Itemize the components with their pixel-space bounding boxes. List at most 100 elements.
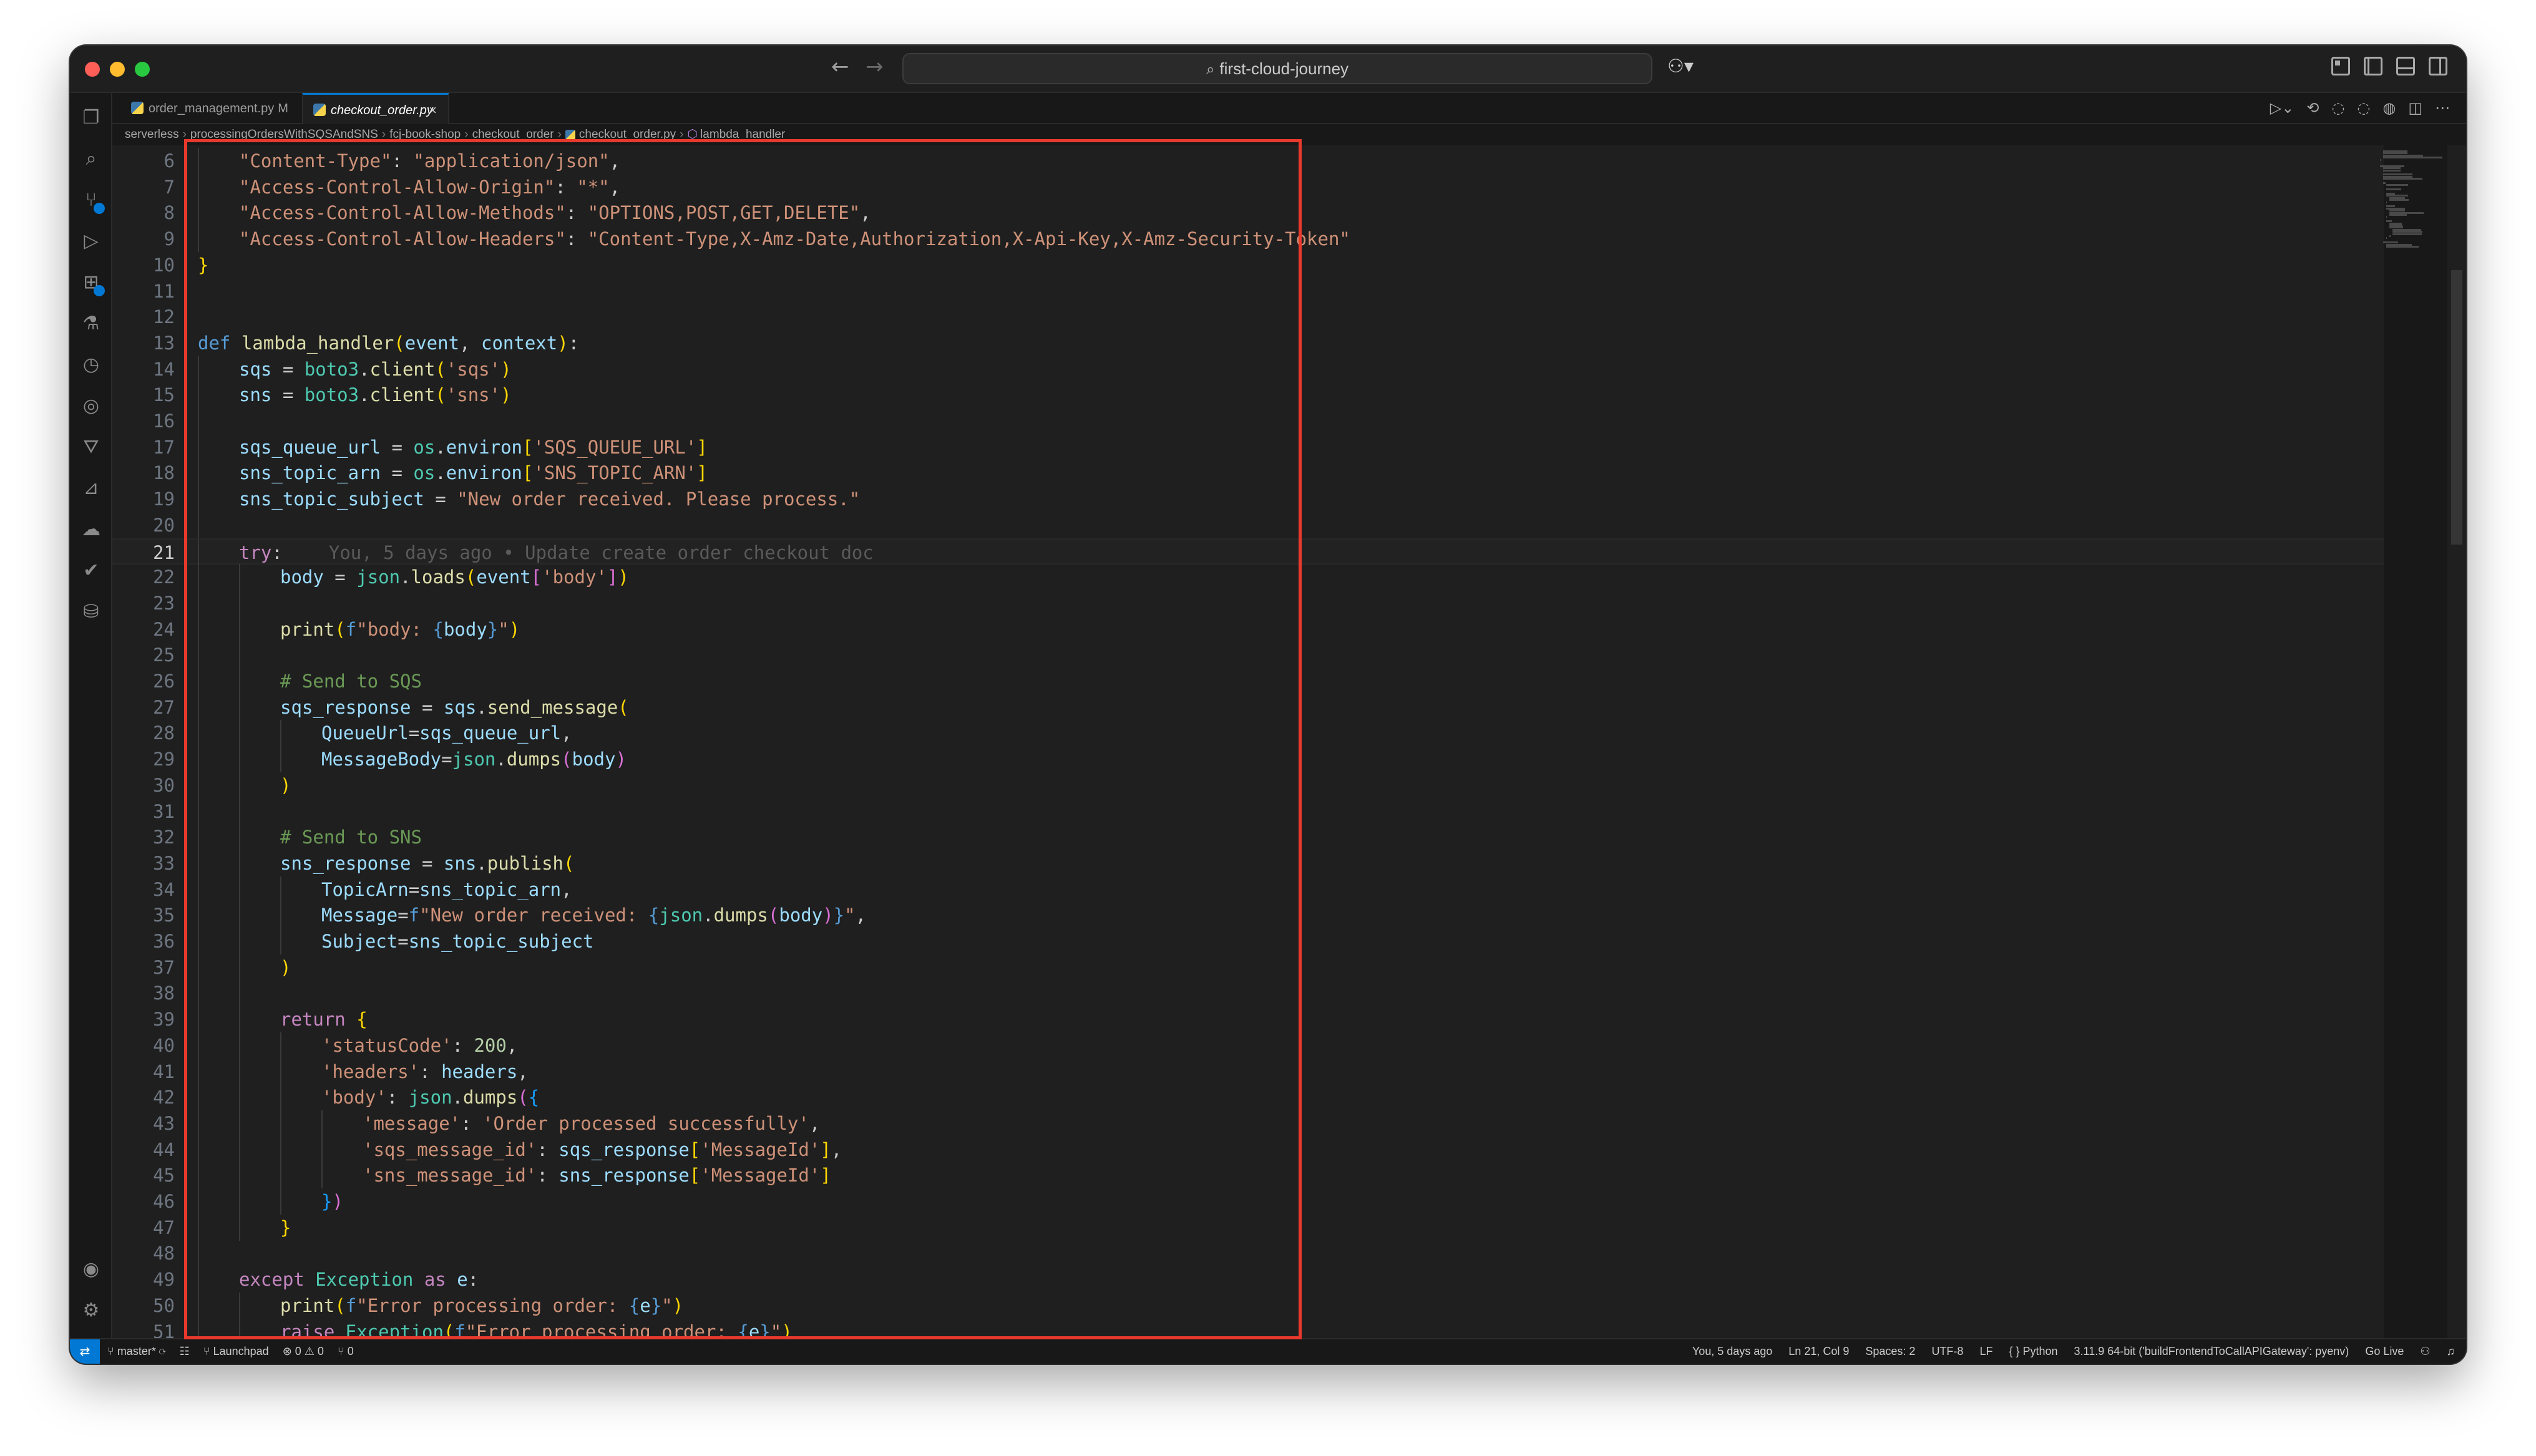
branch-indicator[interactable]: ⑂ master* ⟳ (107, 1339, 166, 1364)
git-graph-indicator[interactable]: ☷ (180, 1339, 190, 1364)
code-line[interactable]: 33 sns_response = sns.publish( (112, 850, 2384, 876)
code-line[interactable]: 49 except Exception as e: (112, 1266, 2384, 1293)
language-mode[interactable]: { } Python (2009, 1339, 2057, 1364)
extensions-icon[interactable]: ⊞ (79, 270, 105, 296)
code-line[interactable]: 38 (112, 980, 2384, 1007)
tab-checkout-order[interactable]: checkout_order.py × (302, 93, 449, 124)
code-line[interactable]: 6 "Content-Type": "application/json", (112, 148, 2384, 174)
remote-indicator[interactable]: ⇄ (70, 1339, 100, 1364)
code-line[interactable]: 34 TopicArn=sns_topic_arn, (112, 876, 2384, 903)
cursor-position[interactable]: Ln 21, Col 9 (1788, 1339, 1849, 1364)
next-change-icon[interactable]: ◌ (2357, 99, 2370, 117)
toggle-secondary-sidebar-icon[interactable] (2429, 57, 2447, 75)
inline-blame-annotation[interactable]: You, 5 days ago • Update create order ch… (329, 542, 874, 563)
code-line[interactable]: 44 'sqs_message_id': sqs_response['Messag… (112, 1136, 2384, 1163)
go-live-button[interactable]: Go Live (2365, 1339, 2404, 1364)
command-center-search[interactable]: ⌕ first-cloud-journey (902, 53, 1652, 84)
back-arrow-icon[interactable]: ← (831, 54, 849, 79)
close-window-button[interactable] (85, 62, 100, 77)
breadcrumb-item[interactable]: processingOrdersWithSQSAndSNS (190, 128, 378, 141)
code-line[interactable]: 20 (112, 512, 2384, 538)
code-line[interactable]: 40 'statusCode': 200, (112, 1032, 2384, 1059)
ports-indicator[interactable]: ⑂ 0 (338, 1339, 354, 1364)
remote-explorer-icon[interactable]: ◎ (79, 394, 104, 419)
customize-layout-icon[interactable] (2331, 57, 2350, 75)
open-changes-icon[interactable]: ⟲ (2306, 99, 2319, 117)
problems-indicator[interactable]: ⊗ 0 ⚠ 0 (283, 1339, 324, 1364)
tab-order-management[interactable]: order_management.py M (121, 93, 296, 124)
checklist-icon[interactable]: ✔ (79, 558, 104, 583)
code-line[interactable]: 43 'message': 'Order processed successful… (112, 1110, 2384, 1137)
code-line[interactable]: 25 (112, 642, 2384, 669)
code-line[interactable]: 16 (112, 408, 2384, 434)
code-line[interactable]: 14 sqs = boto3.client('sqs') (112, 356, 2384, 382)
docker-icon[interactable]: ☁ (79, 517, 104, 542)
code-line[interactable]: 13 def lambda_handler(event, context): (112, 330, 2384, 356)
encoding-status[interactable]: UTF-8 (1931, 1339, 1963, 1364)
gitlens-inspect-icon[interactable]: ◍ (2382, 99, 2396, 117)
minimize-window-button[interactable] (110, 62, 125, 77)
python-icon[interactable]: ⛁ (79, 599, 104, 624)
code-line[interactable]: 26 # Send to SQS (112, 668, 2384, 694)
search-view-icon[interactable]: ⌕ (79, 147, 104, 172)
code-line[interactable]: 10} (112, 252, 2384, 278)
code-line[interactable]: 45 'sns_message_id': sns_response['Messag… (112, 1162, 2384, 1189)
code-line[interactable]: 24 print(f"body: {body}") (112, 616, 2384, 643)
timeline-icon[interactable]: ◷ (79, 352, 104, 377)
code-line[interactable]: 42 'body': json.dumps({ (112, 1084, 2384, 1111)
copilot-status-icon[interactable]: ⚇ (2420, 1339, 2430, 1364)
close-tab-icon[interactable]: × (429, 95, 437, 126)
code-line[interactable]: 21 try: You, 5 days ago • Update create or… (112, 538, 2384, 566)
code-line[interactable]: 27 sqs_response = sqs.send_message( (112, 694, 2384, 721)
more-actions-icon[interactable]: ⋯ (2435, 99, 2450, 117)
eol-status[interactable]: LF (1979, 1339, 1992, 1364)
code-line[interactable]: 23 (112, 590, 2384, 616)
toggle-panel-icon[interactable] (2396, 57, 2415, 75)
split-editor-icon[interactable]: ◫ (2408, 99, 2422, 117)
code-line[interactable]: 48 (112, 1240, 2384, 1267)
code-line[interactable]: 9 "Access-Control-Allow-Headers": "Conten… (112, 226, 2384, 253)
code-line[interactable]: 29 MessageBody=json.dumps(body) (112, 746, 2384, 773)
code-line[interactable]: 41 'headers': headers, (112, 1058, 2384, 1085)
vertical-scrollbar[interactable] (2447, 145, 2466, 1338)
git-blame-status[interactable]: You, 5 days ago (1692, 1339, 1772, 1364)
notifications-icon[interactable]: ♫ (2447, 1339, 2456, 1364)
breadcrumb-item[interactable]: checkout_order (472, 128, 554, 141)
code-line[interactable]: 36 Subject=sns_topic_subject (112, 928, 2384, 954)
code-line[interactable]: 39 return { (112, 1006, 2384, 1033)
maximize-window-button[interactable] (135, 62, 150, 77)
code-line[interactable]: 28 QueueUrl=sqs_queue_url, (112, 720, 2384, 747)
forward-arrow-icon[interactable]: → (866, 54, 884, 79)
code-line[interactable]: 46}) (112, 1188, 2384, 1215)
code-line[interactable]: 22 body = json.loads(event['body']) (112, 564, 2384, 591)
scrollbar-thumb[interactable] (2451, 270, 2462, 545)
code-line[interactable]: 31 (112, 798, 2384, 825)
code-line[interactable]: 35 Message=f"New order received: {json.du… (112, 902, 2384, 929)
code-line[interactable]: 15 sns = boto3.client('sns') (112, 382, 2384, 409)
minimap[interactable] (2380, 145, 2447, 295)
code-line[interactable]: 12 (112, 304, 2384, 330)
breadcrumb-item[interactable]: checkout_order.py (579, 128, 676, 141)
graph-icon[interactable]: ⊿ (79, 476, 104, 501)
breadcrumb-item[interactable]: serverless (125, 128, 179, 141)
run-debug-icon[interactable]: ▷ (79, 229, 104, 254)
code-line[interactable]: 11 (112, 278, 2384, 304)
code-line[interactable]: 47} (112, 1214, 2384, 1241)
code-line[interactable]: 8 "Access-Control-Allow-Methods": "OPTION… (112, 200, 2384, 226)
code-line[interactable]: 37) (112, 954, 2384, 981)
breadcrumb-item[interactable]: lambda_handler (700, 128, 785, 141)
code-line[interactable]: 30) (112, 772, 2384, 798)
code-line[interactable]: 17 sqs_queue_url = os.environ['SQS_QUEUE_… (112, 434, 2384, 460)
code-line[interactable]: 51 raise Exception(f"Error processing ord… (112, 1318, 2384, 1338)
code-line[interactable]: 18 sns_topic_arn = os.environ['SNS_TOPIC_… (112, 460, 2384, 487)
copilot-icon[interactable]: ⚇▾ (1667, 56, 1705, 82)
toggle-primary-sidebar-icon[interactable] (2364, 57, 2382, 75)
code-line[interactable]: 7 "Access-Control-Allow-Origin": "*", (112, 173, 2384, 200)
gitlens-icon[interactable]: ⛛ (79, 435, 104, 460)
account-icon[interactable]: ◉ (79, 1257, 104, 1282)
launchpad-indicator[interactable]: ⑂ Launchpad (203, 1339, 269, 1364)
code-line[interactable]: 32 # Send to SNS (112, 824, 2384, 851)
code-line[interactable]: 50 print(f"Error processing order: {e}") (112, 1292, 2384, 1319)
python-interpreter[interactable]: 3.11.9 64-bit ('buildFrontendToCallAPIGa… (2074, 1339, 2349, 1364)
code-editor[interactable]: 6 "Content-Type": "application/json", 7 "Ac… (112, 145, 2384, 1338)
